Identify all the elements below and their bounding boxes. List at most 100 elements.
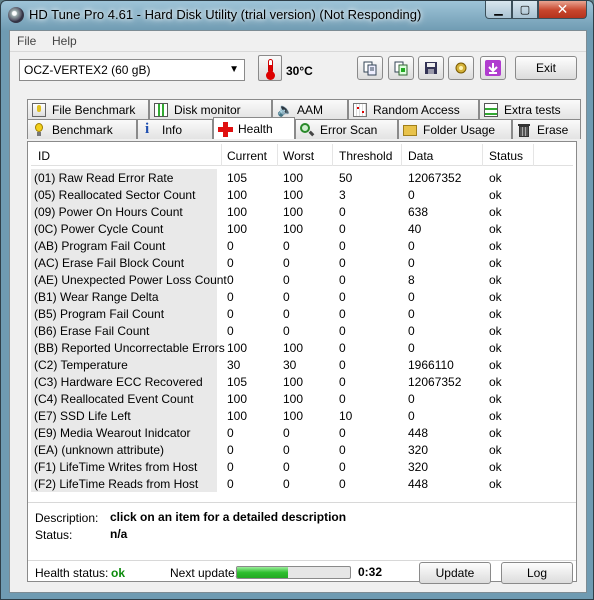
copy-screenshot-button[interactable] [388,56,414,80]
cell-status: ok [489,426,502,440]
table-row[interactable]: (AE) Unexpected Power Loss Count 0 0 0 8 ok [31,271,573,288]
download-button[interactable] [480,56,506,80]
table-row[interactable]: (09) Power On Hours Count 100 100 0 638 ok [31,203,573,220]
table-row[interactable]: (E9) Media Wearout Inidcator 0 0 0 448 ok [31,424,573,441]
maximize-button[interactable]: ▢ [512,1,538,19]
title-bar[interactable]: HD Tune Pro 4.61 - Hard Disk Utility (tr… [1,1,593,30]
cell-current: 0 [227,477,234,491]
app-window: HD Tune Pro 4.61 - Hard Disk Utility (tr… [0,0,594,600]
cell-worst: 0 [283,307,290,321]
cell-worst: 100 [283,375,304,389]
table-row[interactable]: (C3) Hardware ECC Recovered 105 100 0 120673… [31,373,573,390]
health-cross-icon [218,121,233,137]
cell-status: ok [489,358,502,372]
menu-help[interactable]: Help [52,34,77,48]
cell-worst: 100 [283,222,304,236]
random-access-icon [353,102,367,117]
cell-id: (BB) Reported Uncorrectable Errors [31,339,225,356]
log-button[interactable]: Log [501,562,573,584]
cell-id: (AC) Erase Fail Block Count [31,254,217,271]
cell-current: 100 [227,188,248,202]
health-status-value: ok [111,566,126,580]
cell-data: 320 [408,443,429,457]
table-row[interactable]: (AC) Erase Fail Block Count 0 0 0 0 ok [31,254,573,271]
table-row[interactable]: (B1) Wear Range Delta 0 0 0 0 ok [31,288,573,305]
tab-disk-monitor[interactable]: Disk monitor [149,99,272,119]
cell-status: ok [489,375,502,389]
tab-label: Benchmark [52,122,113,137]
cell-status: ok [489,273,502,287]
next-update-progress [236,566,351,579]
tab-folder-usage[interactable]: Folder Usage [398,119,512,139]
cell-data: 12067352 [408,375,462,389]
column-header-data[interactable]: Data [408,149,433,163]
table-row[interactable]: (EA) (unknown attribute) 0 0 0 320 ok [31,441,573,458]
column-header-id[interactable]: ID [38,149,50,163]
cell-threshold: 0 [339,460,346,474]
copy-info-icon [394,61,408,76]
tab-erase[interactable]: Erase [512,119,581,139]
table-row[interactable]: (01) Raw Read Error Rate 105 100 50 12067352… [31,169,573,186]
cell-status: ok [489,171,502,185]
tab-health[interactable]: Health [213,117,295,139]
cell-current: 105 [227,375,248,389]
minimize-button[interactable]: ▁ [485,1,512,19]
cell-data: 448 [408,477,429,491]
tab-file-benchmark[interactable]: File Benchmark [27,99,149,119]
cell-threshold: 0 [339,358,346,372]
minimize-icon: ▁ [494,4,503,16]
exit-button[interactable]: Exit [515,56,577,80]
column-header-worst[interactable]: Worst [283,149,314,163]
options-button[interactable] [448,56,474,80]
cell-data: 40 [408,222,422,236]
tab-benchmark[interactable]: Benchmark [27,119,137,139]
status-value: n/a [110,527,128,541]
drive-select[interactable]: OCZ-VERTEX2 (60 gB) ▼ [19,59,245,81]
tab-label: Disk monitor [174,102,241,117]
cell-status: ok [489,256,502,270]
tab-aam[interactable]: 🔈 AAM [272,99,348,119]
exit-button-label: Exit [535,61,556,75]
update-button[interactable]: Update [419,562,491,584]
table-row[interactable]: (B6) Erase Fail Count 0 0 0 0 ok [31,322,573,339]
tab-random-access[interactable]: Random Access [348,99,479,119]
cell-current: 105 [227,171,248,185]
table-row[interactable]: (AB) Program Fail Count 0 0 0 0 ok [31,237,573,254]
smart-table[interactable]: ID Current Worst Threshold Data Status (… [31,144,573,502]
tab-extra-tests[interactable]: Extra tests [479,99,581,119]
table-row[interactable]: (05) Reallocated Sector Count 100 100 3 0 ok [31,186,573,203]
table-row[interactable]: (C2) Temperature 30 30 0 1966110 ok [31,356,573,373]
cell-data: 8 [408,273,415,287]
tab-label: Extra tests [504,102,561,117]
file-benchmark-icon [32,102,46,117]
save-button[interactable] [418,56,444,80]
column-header-threshold[interactable]: Threshold [339,149,392,163]
copy-icon [363,61,377,76]
column-header-current[interactable]: Current [227,149,267,163]
cell-id: (C3) Hardware ECC Recovered [31,373,217,390]
close-button[interactable]: ✕ [538,1,587,19]
cell-current: 0 [227,256,234,270]
cell-threshold: 0 [339,239,346,253]
cell-current: 0 [227,443,234,457]
table-row[interactable]: (C4) Reallocated Event Count 100 100 0 0 ok [31,390,573,407]
tab-info[interactable]: i Info [137,119,213,139]
cell-threshold: 0 [339,375,346,389]
copy-text-button[interactable] [357,56,383,80]
table-row[interactable]: (BB) Reported Uncorrectable Errors 100 100… [31,339,573,356]
status-label: Status: [35,528,73,542]
table-row[interactable]: (B5) Program Fail Count 0 0 0 0 ok [31,305,573,322]
table-row[interactable]: (E7) SSD Life Left 100 100 10 0 ok [31,407,573,424]
table-row[interactable]: (F2) LifeTime Reads from Host 0 0 0 448 ok [31,475,573,492]
cell-threshold: 0 [339,477,346,491]
cell-status: ok [489,205,502,219]
table-row[interactable]: (F1) LifeTime Writes from Host 0 0 0 320 ok [31,458,573,475]
table-row[interactable]: (0C) Power Cycle Count 100 100 0 40 ok [31,220,573,237]
column-header-status[interactable]: Status [489,149,523,163]
cell-threshold: 0 [339,205,346,219]
tab-error-scan[interactable]: Error Scan [295,119,398,139]
cell-status: ok [489,460,502,474]
menu-file[interactable]: File [17,34,36,48]
table-header: ID Current Worst Threshold Data Status [31,144,573,166]
tab-label: Folder Usage [423,122,496,137]
